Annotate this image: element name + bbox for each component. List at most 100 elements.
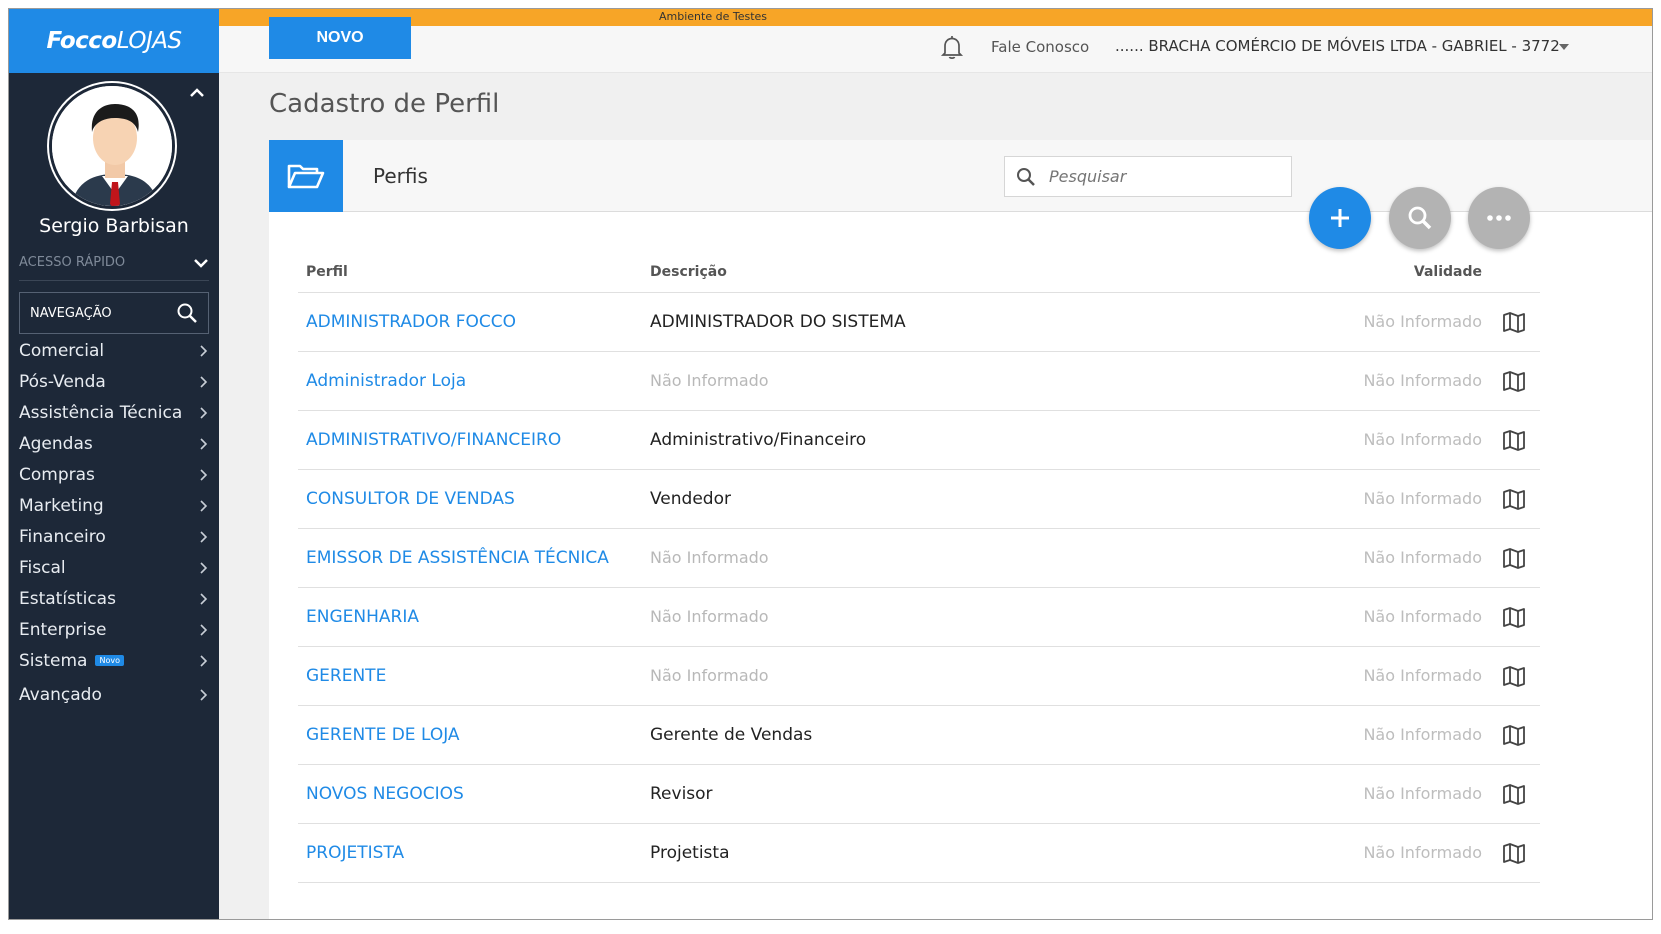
sidebar-item-assistencia-tecnica[interactable]: Assistência Técnica xyxy=(19,397,209,428)
table-row[interactable]: GERENTE Não Informado Não Informado xyxy=(298,647,1540,706)
sidebar-item-enterprise[interactable]: Enterprise xyxy=(19,614,209,645)
sidebar-item-sistema[interactable]: Sistema Novo xyxy=(19,645,209,676)
profile-validity: Não Informado xyxy=(1363,843,1482,862)
sidebar-item-label: Comercial xyxy=(19,340,105,361)
search-icon[interactable] xyxy=(176,302,198,324)
table-row[interactable]: ADMINISTRADOR FOCCO ADMINISTRADOR DO SIST… xyxy=(298,293,1540,352)
sidebar-item-agendas[interactable]: Agendas xyxy=(19,428,209,459)
app-window: FoccoLOJAS Sergio Barbisan ACESSO RÁPIDO… xyxy=(8,8,1653,920)
profile-name-link[interactable]: NOVOS NEGOCIOS xyxy=(306,784,464,804)
search-input[interactable] xyxy=(1049,167,1269,186)
column-header-descricao[interactable]: Descrição xyxy=(650,264,727,280)
profile-name-link[interactable]: ADMINISTRADOR FOCCO xyxy=(306,312,516,332)
sidebar-item-comercial[interactable]: Comercial xyxy=(19,335,209,366)
table-row[interactable]: ADMINISTRATIVO/FINANCEIRO Administrativo/… xyxy=(298,411,1540,470)
nav-menu: Comercial Pós-Venda Assistência Técnica … xyxy=(19,335,209,710)
sidebar-item-avancado[interactable]: Avançado xyxy=(19,679,209,710)
sidebar-item-marketing[interactable]: Marketing xyxy=(19,490,209,521)
chevron-up-icon[interactable] xyxy=(187,83,207,103)
sidebar-item-label: Avançado xyxy=(19,684,102,705)
profile-validity: Não Informado xyxy=(1363,725,1482,744)
avatar[interactable] xyxy=(49,83,175,209)
column-header-validade[interactable]: Validade xyxy=(1414,264,1482,280)
environment-banner-text: Ambiente de Testes xyxy=(659,10,768,23)
map-icon[interactable] xyxy=(1502,605,1526,629)
table-row[interactable]: GERENTE DE LOJA Gerente de Vendas Não Info… xyxy=(298,706,1540,765)
ellipsis-icon xyxy=(1487,215,1511,221)
map-icon[interactable] xyxy=(1502,428,1526,452)
profile-validity: Não Informado xyxy=(1363,666,1482,685)
sidebar-item-financeiro[interactable]: Financeiro xyxy=(19,521,209,552)
chevron-right-icon xyxy=(200,406,208,419)
profile-name-link[interactable]: CONSULTOR DE VENDAS xyxy=(306,489,515,509)
profile-name-link[interactable]: GERENTE xyxy=(306,666,386,686)
profiles-card: Perfis Perfil Descrição Validade ADMINIS… xyxy=(269,140,1652,919)
map-icon[interactable] xyxy=(1502,310,1526,334)
map-icon[interactable] xyxy=(1502,546,1526,570)
advanced-search-button[interactable] xyxy=(1389,187,1451,249)
sidebar-item-estatisticas[interactable]: Estatísticas xyxy=(19,583,209,614)
contact-link[interactable]: Fale Conosco xyxy=(991,38,1089,56)
sidebar-item-fiscal[interactable]: Fiscal xyxy=(19,552,209,583)
bell-icon[interactable] xyxy=(939,34,965,60)
map-icon[interactable] xyxy=(1502,841,1526,865)
profile-name-link[interactable]: GERENTE DE LOJA xyxy=(306,725,460,745)
table-row[interactable]: Administrador Loja Não Informado Não Infor… xyxy=(298,352,1540,411)
map-icon[interactable] xyxy=(1502,782,1526,806)
sidebar-item-label: Assistência Técnica xyxy=(19,402,183,423)
profiles-table: Perfil Descrição Validade ADMINISTRADOR … xyxy=(298,253,1540,883)
table-row[interactable]: ENGENHARIA Não Informado Não Informado xyxy=(298,588,1540,647)
map-icon[interactable] xyxy=(1502,369,1526,393)
profile-name-link[interactable]: EMISSOR DE ASSISTÊNCIA TÉCNICA xyxy=(306,548,609,568)
chevron-right-icon xyxy=(200,344,208,357)
user-name: Sergio Barbisan xyxy=(39,215,189,237)
sidebar-item-compras[interactable]: Compras xyxy=(19,459,209,490)
profile-name-link[interactable]: ADMINISTRATIVO/FINANCEIRO xyxy=(306,430,561,450)
profile-description: Vendedor xyxy=(650,489,731,509)
table-row[interactable]: CONSULTOR DE VENDAS Vendedor Não Informado xyxy=(298,470,1540,529)
profile-name-link[interactable]: Administrador Loja xyxy=(306,371,466,391)
quick-access-toggle[interactable]: ACESSO RÁPIDO xyxy=(19,245,209,281)
nav-search[interactable]: NAVEGAÇÃO xyxy=(19,292,209,334)
plus-icon xyxy=(1331,209,1349,227)
profile-description: ADMINISTRADOR DO SISTEMA xyxy=(650,312,906,332)
add-profile-button[interactable] xyxy=(1309,187,1371,249)
search-field[interactable] xyxy=(1004,156,1292,197)
map-icon[interactable] xyxy=(1502,487,1526,511)
sidebar-item-label: Pós-Venda xyxy=(19,371,106,392)
table-row[interactable]: EMISSOR DE ASSISTÊNCIA TÉCNICA Não Inform… xyxy=(298,529,1540,588)
nav-search-label: NAVEGAÇÃO xyxy=(30,305,112,321)
company-selector[interactable]: ...... BRACHA COMÉRCIO DE MÓVEIS LTDA - … xyxy=(1115,37,1560,55)
profile-validity: Não Informado xyxy=(1363,607,1482,626)
table-body: ADMINISTRADOR FOCCO ADMINISTRADOR DO SIST… xyxy=(298,293,1540,883)
profile-description: Administrativo/Financeiro xyxy=(650,430,867,450)
folder-icon-box xyxy=(269,140,343,212)
new-badge: Novo xyxy=(95,655,124,666)
chevron-right-icon xyxy=(200,499,208,512)
column-header-perfil[interactable]: Perfil xyxy=(306,264,348,280)
sidebar-item-label: Fiscal xyxy=(19,557,66,578)
profile-name-link[interactable]: PROJETISTA xyxy=(306,843,404,863)
sidebar-item-label: Agendas xyxy=(19,433,93,454)
search-icon xyxy=(1408,206,1432,230)
table-row[interactable]: NOVOS NEGOCIOS Revisor Não Informado xyxy=(298,765,1540,824)
sidebar-item-pos-venda[interactable]: Pós-Venda xyxy=(19,366,209,397)
chevron-right-icon xyxy=(200,530,208,543)
brand-logo-light: LOJAS xyxy=(116,28,182,54)
new-button[interactable]: NOVO xyxy=(269,17,411,59)
profile-validity: Não Informado xyxy=(1363,489,1482,508)
map-icon[interactable] xyxy=(1502,664,1526,688)
logo-bar[interactable]: FoccoLOJAS xyxy=(9,9,219,73)
sidebar-item-label: Enterprise xyxy=(19,619,107,640)
topbar: NOVO Fale Conosco ...... BRACHA COMÉRCIO… xyxy=(219,17,1652,73)
caret-down-icon[interactable] xyxy=(1559,44,1569,50)
profile-name-link[interactable]: ENGENHARIA xyxy=(306,607,419,627)
table-row[interactable]: PROJETISTA Projetista Não Informado xyxy=(298,824,1540,883)
page-title: Cadastro de Perfil xyxy=(269,89,500,119)
map-icon[interactable] xyxy=(1502,723,1526,747)
sidebar-item-label: Sistema xyxy=(19,650,88,671)
sidebar: FoccoLOJAS Sergio Barbisan ACESSO RÁPIDO… xyxy=(9,9,219,919)
more-options-button[interactable] xyxy=(1468,187,1530,249)
sidebar-item-label: Financeiro xyxy=(19,526,106,547)
profile-validity: Não Informado xyxy=(1363,430,1482,449)
